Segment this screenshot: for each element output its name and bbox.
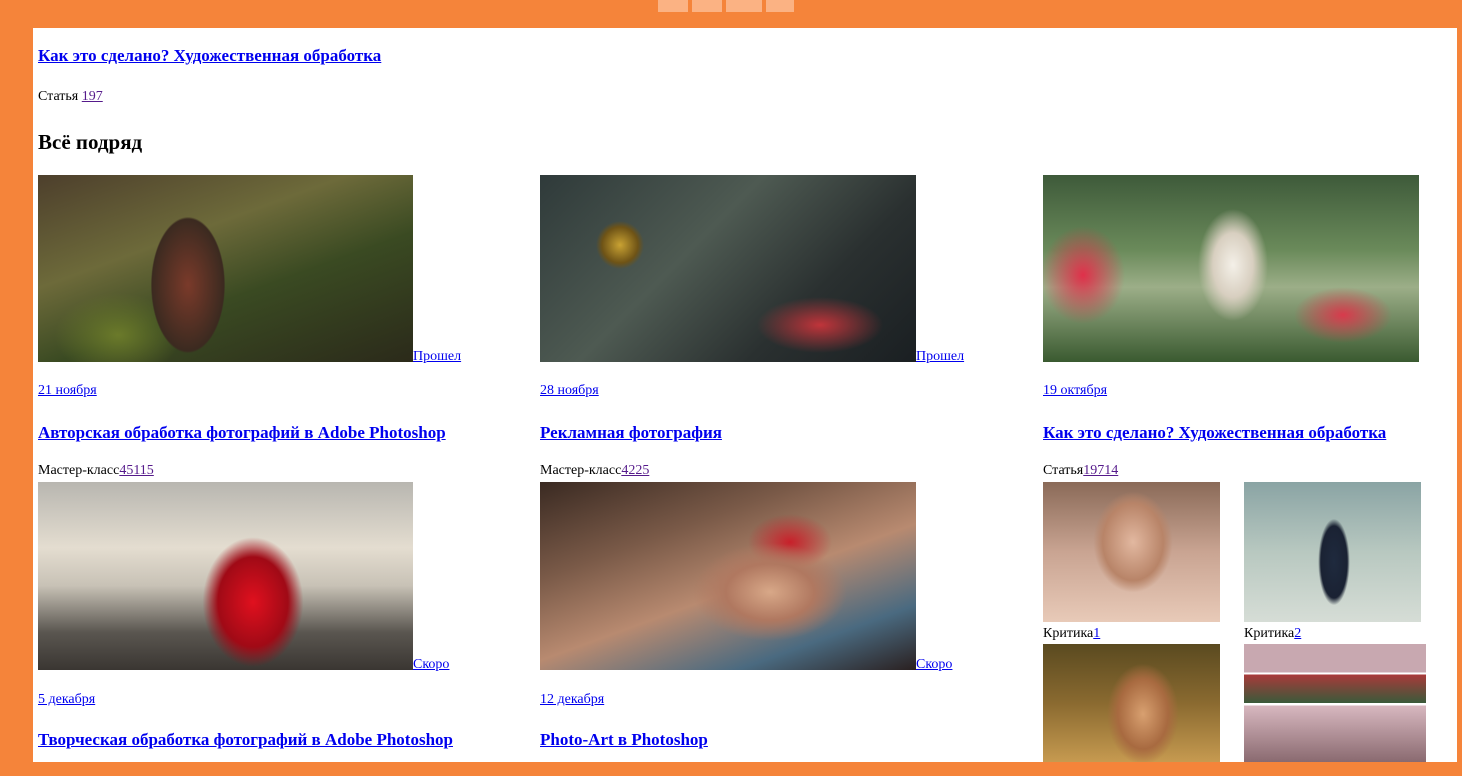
- card-date[interactable]: 28 ноября: [540, 383, 599, 399]
- section-title: Всё подряд: [38, 130, 143, 154]
- mini-image[interactable]: [1244, 482, 1421, 622]
- mini-meta: Критика1: [1043, 626, 1100, 642]
- top-tab[interactable]: [692, 0, 722, 12]
- top-tab[interactable]: [766, 0, 794, 12]
- card-type: Мастер-класс: [540, 463, 622, 478]
- card-date[interactable]: 12 декабря: [540, 692, 604, 708]
- mini-count[interactable]: 1: [1093, 626, 1100, 641]
- card-type: Статья: [1043, 463, 1084, 478]
- mini-count[interactable]: 2: [1294, 626, 1301, 641]
- card-status[interactable]: Прошел: [413, 349, 461, 365]
- mini-image[interactable]: [1043, 644, 1220, 762]
- card-date[interactable]: 5 декабря: [38, 692, 95, 708]
- card-image[interactable]: [540, 175, 916, 362]
- card-date[interactable]: 19 октября: [1043, 383, 1107, 399]
- mini-image[interactable]: [1244, 644, 1426, 762]
- card-image[interactable]: [1043, 175, 1419, 362]
- card-image[interactable]: [540, 482, 916, 670]
- header-meta-count[interactable]: 197: [82, 89, 103, 104]
- card-type: Мастер-класс: [38, 463, 120, 478]
- top-tab[interactable]: [658, 0, 688, 12]
- card-title[interactable]: Авторская обработка фотографий в Adobe P…: [38, 423, 446, 443]
- card-status[interactable]: Скоро: [916, 657, 952, 673]
- page-content: Как это сделано? Художественная обработк…: [33, 28, 1457, 762]
- mini-meta: Критика2: [1244, 626, 1301, 642]
- mini-image[interactable]: [1043, 482, 1220, 622]
- card-date[interactable]: 21 ноября: [38, 383, 97, 399]
- card-count[interactable]: 19714: [1083, 463, 1118, 478]
- card-meta: Мастер-класс4225: [540, 463, 649, 479]
- card-meta: Мастер-класс45115: [38, 463, 154, 479]
- card-status[interactable]: Прошел: [916, 349, 964, 365]
- mini-type: Критика: [1244, 626, 1295, 641]
- card-image[interactable]: [38, 482, 413, 670]
- top-tab[interactable]: [726, 0, 762, 12]
- card-title[interactable]: Как это сделано? Художественная обработк…: [1043, 423, 1386, 443]
- card-count[interactable]: 4225: [621, 463, 649, 478]
- header-meta: Статья 197: [38, 89, 103, 105]
- card-title[interactable]: Рекламная фотография: [540, 423, 722, 443]
- mini-type: Критика: [1043, 626, 1094, 641]
- header-meta-type: Статья: [38, 89, 79, 104]
- card-title[interactable]: Творческая обработка фотографий в Adobe …: [38, 730, 453, 750]
- card-image[interactable]: [38, 175, 413, 362]
- card-status[interactable]: Скоро: [413, 657, 449, 673]
- card-meta: Статья19714: [1043, 463, 1118, 479]
- header-article-link[interactable]: Как это сделано? Художественная обработк…: [38, 46, 381, 66]
- card-title[interactable]: Photo-Art в Photoshop: [540, 730, 708, 750]
- card-count[interactable]: 45115: [119, 463, 153, 478]
